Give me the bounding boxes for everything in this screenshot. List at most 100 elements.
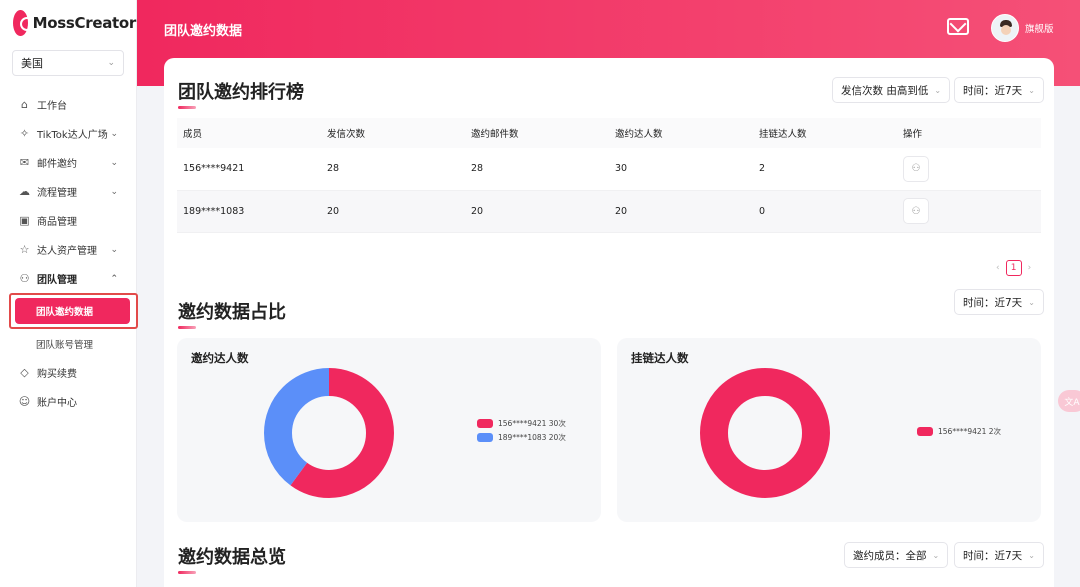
sidebar-subitem-team-invite-data[interactable]: 团队邀约数据 xyxy=(15,298,130,324)
title-underline xyxy=(178,326,196,329)
view-members-icon[interactable]: ⚇ xyxy=(903,155,929,182)
logo[interactable]: MossCreator xyxy=(0,0,136,46)
chevron-up-icon: ⌃ xyxy=(110,273,118,284)
ranking-title: 团队邀约排行榜 xyxy=(178,82,304,103)
legend-item: 189****1083 20次 xyxy=(477,430,566,444)
sidebar-item-products[interactable]: ▣ 商品管理 xyxy=(0,206,136,235)
next-page-icon[interactable]: › xyxy=(1028,263,1032,273)
donut-slice-0 xyxy=(700,368,830,498)
column-header: 发信次数 xyxy=(321,118,465,148)
title-underline xyxy=(178,571,196,574)
chevron-down-icon: ⌄ xyxy=(1028,297,1035,307)
logo-icon xyxy=(13,10,34,36)
column-header: 挂链达人数 xyxy=(753,118,897,148)
ratio-time-select[interactable]: 时间：近7天 ⌄ xyxy=(954,289,1044,315)
sidebar: MossCreator 美国 ⌄ ⌂ 工作台 ✧ TikTok达人广场 ⌄ ✉ … xyxy=(0,0,138,587)
invite-email-cell: 28 xyxy=(465,148,609,191)
legend-label: 156****9421 2次 xyxy=(938,426,1002,436)
user-icon: ☺ xyxy=(18,395,31,408)
sidebar-item-email-invite[interactable]: ✉ 邮件邀约 ⌄ xyxy=(0,148,136,177)
invite-creator-panel: 邀约达人数 156****9421 30次 189****1083 20次 xyxy=(177,338,601,522)
page-title: 团队邀约数据 xyxy=(164,24,243,39)
chevron-down-icon: ⌄ xyxy=(110,186,118,197)
sidebar-item-label: 商品管理 xyxy=(37,217,77,228)
sidebar-item-label: 流程管理 xyxy=(37,188,77,199)
country-select[interactable]: 美国 ⌄ xyxy=(12,50,124,76)
overview-time-select[interactable]: 时间：近7天 ⌄ xyxy=(954,542,1044,568)
avatar[interactable] xyxy=(991,14,1019,42)
chevron-down-icon: ⌄ xyxy=(932,550,940,560)
column-header: 邀约达人数 xyxy=(609,118,753,148)
invite-creator-cell: 30 xyxy=(609,148,753,191)
column-header: 成员 xyxy=(177,118,321,148)
table-row: 189****1083 20 20 20 0 ⚇ xyxy=(177,190,1041,233)
legend-label: 156****9421 30次 xyxy=(498,418,566,428)
main-card: 团队邀约排行榜 发信次数 由高到低 ⌄ 时间：近7天 ⌄ 成员 发信次数 邀约邮… xyxy=(164,58,1054,587)
sidebar-item-creator-assets[interactable]: ☆ 达人资产管理 ⌄ xyxy=(0,235,136,264)
overview-title: 邀约数据总览 xyxy=(178,547,286,568)
panel-title: 挂链达人数 xyxy=(631,351,689,365)
send-count-cell: 20 xyxy=(321,190,465,233)
table-row: 156****9421 28 28 30 2 ⚇ xyxy=(177,148,1041,191)
chevron-down-icon: ⌄ xyxy=(934,85,942,95)
title-underline xyxy=(178,106,196,109)
sidebar-item-purchase[interactable]: ◇ 购买续费 xyxy=(0,358,136,387)
invite-creator-donut xyxy=(264,368,394,498)
chevron-down-icon: ⌄ xyxy=(110,157,118,168)
member-select[interactable]: 邀约成员：全部 ⌄ xyxy=(844,542,949,568)
sidebar-item-label: 购买续费 xyxy=(37,369,77,380)
team-icon: ⚇ xyxy=(19,272,30,285)
sort-select[interactable]: 发信次数 由高到低 ⌄ xyxy=(832,77,951,103)
legend-item: 156****9421 30次 xyxy=(477,416,566,430)
member-select-value: 邀约成员：全部 xyxy=(853,549,927,562)
view-members-icon[interactable]: ⚇ xyxy=(903,198,929,224)
chevron-down-icon: ⌄ xyxy=(110,244,118,255)
invite-email-cell: 20 xyxy=(465,190,609,233)
sidebar-item-workbench[interactable]: ⌂ 工作台 xyxy=(0,90,136,119)
country-value: 美国 xyxy=(21,57,43,70)
highlight-box: 团队邀约数据 xyxy=(9,293,138,329)
sidebar-item-label: 达人资产管理 xyxy=(37,246,97,257)
member-cell: 189****1083 xyxy=(177,190,321,233)
sidebar-item-tiktok-square[interactable]: ✧ TikTok达人广场 ⌄ xyxy=(0,119,136,148)
translate-icon[interactable]: 文A xyxy=(1058,390,1080,412)
legend-item: 156****9421 2次 xyxy=(917,424,1001,438)
prev-page-icon[interactable]: ‹ xyxy=(996,263,1000,273)
star-icon: ☆ xyxy=(19,243,30,256)
page-number[interactable]: 1 xyxy=(1005,260,1022,276)
sidebar-item-account[interactable]: ☺ 账户中心 xyxy=(0,387,136,416)
app-name: MossCreator xyxy=(32,14,137,32)
link-creator-cell: 0 xyxy=(753,190,897,233)
time-select-value: 时间：近7天 xyxy=(963,296,1023,309)
diamond-icon: ◇ xyxy=(20,366,29,379)
panel-title: 邀约达人数 xyxy=(191,351,249,365)
ranking-table: 成员 发信次数 邀约邮件数 邀约达人数 挂链达人数 操作 156****9421… xyxy=(177,118,1041,233)
sidebar-item-label: 账户中心 xyxy=(37,398,77,409)
send-count-cell: 28 xyxy=(321,148,465,191)
sort-select-value: 发信次数 由高到低 xyxy=(841,84,929,97)
ratio-title: 邀约数据占比 xyxy=(178,302,286,323)
mail-icon[interactable] xyxy=(947,18,969,35)
chevron-down-icon: ⌄ xyxy=(110,128,118,139)
link-creator-donut xyxy=(700,368,830,498)
cloud-icon: ☁ xyxy=(19,185,30,198)
legend-label: 189****1083 20次 xyxy=(498,432,566,442)
sidebar-item-process[interactable]: ☁ 流程管理 ⌄ xyxy=(0,177,136,206)
legend-swatch xyxy=(477,432,493,442)
link-creator-cell: 2 xyxy=(753,148,897,191)
home-icon: ⌂ xyxy=(21,98,28,111)
bag-icon: ▣ xyxy=(19,214,30,227)
star-burst-icon: ✧ xyxy=(19,127,30,140)
sidebar-subitem-team-accounts[interactable]: 团队账号管理 xyxy=(0,329,136,358)
time-select-value: 时间：近7天 xyxy=(963,549,1023,562)
donut-legend: 156****9421 2次 xyxy=(917,424,1001,438)
invite-creator-cell: 20 xyxy=(609,190,753,233)
plan-label: 旗舰版 xyxy=(1025,24,1054,35)
chevron-down-icon: ⌄ xyxy=(1028,550,1035,560)
donut-legend: 156****9421 30次 189****1083 20次 xyxy=(477,416,566,444)
sidebar-item-team[interactable]: ⚇ 团队管理 ⌃ xyxy=(0,264,136,293)
sidebar-item-label: 团队管理 xyxy=(37,275,77,286)
time-select[interactable]: 时间：近7天 ⌄ xyxy=(954,77,1044,103)
legend-swatch xyxy=(477,418,493,428)
action-cell: ⚇ xyxy=(897,148,1041,191)
